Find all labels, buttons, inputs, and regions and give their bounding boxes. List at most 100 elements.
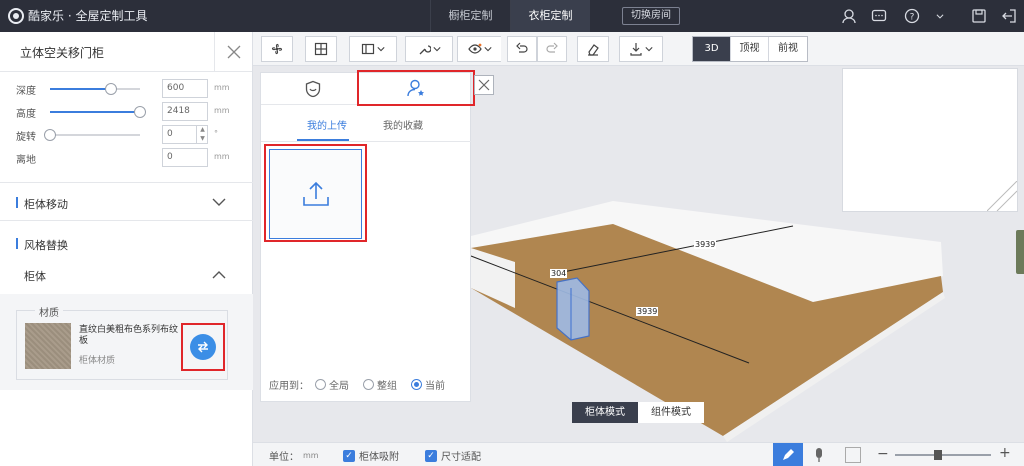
tab-style-library[interactable] — [261, 73, 365, 105]
apply-to-label: 应用到： — [269, 381, 309, 392]
cabinet-mode-button[interactable]: 柜体模式 — [572, 402, 638, 423]
rotation-slider[interactable] — [44, 129, 140, 141]
material-box: 材质 直纹白美粗布色系列布纹板 柜体材质 — [16, 304, 228, 380]
top-bar: 酷家乐 · 全屋定制工具 橱柜定制 衣柜定制 切换房间 ? — [0, 0, 1024, 32]
size-fit-checkbox[interactable]: ✓ 尺寸适配 — [425, 448, 481, 463]
zoom-in-icon[interactable]: + — [999, 445, 1011, 461]
radio-current[interactable]: 当前 — [411, 377, 445, 392]
panel-title: 立体空关移门柜 — [20, 46, 105, 60]
user-star-icon — [407, 79, 424, 97]
zoom-slider-knob[interactable] — [934, 450, 943, 460]
close-library-button[interactable] — [474, 75, 494, 95]
param-rotation: 旋转 0 ▲ ▼ ° — [16, 125, 218, 144]
param-height: 高度 2418 mm — [0, 101, 253, 123]
close-icon — [478, 79, 490, 91]
unit-label: 单位： — [269, 452, 299, 463]
chevron-down-icon — [212, 198, 226, 206]
swap-icon — [190, 334, 216, 360]
view-front-button[interactable]: 前视 — [769, 37, 807, 61]
upload-button[interactable] — [269, 149, 362, 239]
microphone-icon[interactable] — [809, 446, 829, 464]
zoom-slider[interactable] — [895, 450, 991, 460]
properties-panel: 立体空关移门柜 深度 600 mm 高度 2418 mm 旋转 0 ▲ ▼ ° 离… — [0, 32, 253, 466]
height-input[interactable]: 2418 — [162, 102, 208, 121]
component-mode-button[interactable]: 组件模式 — [638, 402, 704, 423]
logo-icon — [8, 7, 24, 24]
view-3d-button[interactable]: 3D — [693, 37, 731, 61]
columns-icon — [361, 43, 375, 55]
snap-checkbox[interactable]: ✓ 柜体吸附 — [343, 448, 399, 463]
tab-cabinet[interactable]: 橱柜定制 — [430, 0, 510, 32]
tab-my-favorites[interactable]: 我的收藏 — [383, 117, 423, 132]
snap-label: 柜体吸附 — [359, 452, 399, 463]
section-custom-move[interactable]: 柜体移动 — [0, 182, 253, 220]
check-icon: ✓ — [425, 449, 437, 462]
undo-icon[interactable] — [507, 36, 537, 62]
resize-handle-icon[interactable] — [987, 181, 1017, 211]
divider — [261, 141, 472, 142]
zoom-out-icon[interactable]: − — [877, 446, 889, 462]
switch-room-button[interactable]: 切换房间 — [622, 7, 680, 25]
param-elevation: 离地 0 mm — [0, 147, 253, 169]
exit-icon[interactable] — [994, 0, 1024, 32]
depth-slider[interactable] — [50, 83, 140, 95]
check-icon: ✓ — [343, 449, 355, 462]
library-tabbar — [261, 70, 475, 106]
chevron-down-icon — [483, 47, 492, 52]
dimension-label: 3939 — [694, 240, 717, 249]
shield-smile-icon — [305, 80, 321, 98]
view-mode-switch: 3D 顶视 前视 — [692, 36, 808, 62]
wrench-icon — [419, 45, 431, 55]
minimap[interactable] — [842, 68, 1018, 212]
save-icon[interactable] — [964, 0, 994, 32]
radio-group[interactable]: 整组 — [363, 377, 397, 392]
section-cabinet[interactable]: 柜体 — [0, 258, 253, 294]
export-button[interactable] — [619, 36, 663, 62]
chevron-up-icon — [212, 271, 226, 279]
svg-text:?: ? — [910, 13, 915, 23]
side-panel-handle[interactable] — [1016, 230, 1024, 274]
grid-layout-icon[interactable] — [305, 36, 337, 62]
panel-header: 立体空关移门柜 — [0, 32, 252, 72]
unit-value: mm — [303, 451, 319, 460]
eraser-icon[interactable] — [577, 36, 609, 62]
dimension-label: 304 — [550, 269, 568, 278]
chevron-down-icon — [645, 47, 653, 52]
tab-wardrobe[interactable]: 衣柜定制 — [510, 0, 590, 32]
visibility-button[interactable] — [457, 36, 501, 62]
app-brand: 酷家乐 · 全屋定制工具 — [8, 7, 147, 24]
section-style-replace: 风格替换 — [0, 220, 253, 252]
column-layout-button[interactable] — [349, 36, 397, 62]
depth-input[interactable]: 600 — [162, 79, 208, 98]
download-icon — [630, 43, 642, 56]
chevron-down-icon[interactable] — [930, 0, 950, 32]
radio-global[interactable]: 全局 — [315, 377, 349, 392]
param-depth: 深度 600 mm — [0, 78, 253, 100]
elevation-input[interactable]: 0 — [162, 148, 208, 167]
replace-material-button[interactable] — [181, 323, 225, 371]
help-icon[interactable]: ? — [894, 0, 930, 32]
tab-my-uploads[interactable]: 我的上传 — [307, 117, 347, 132]
redo-icon[interactable] — [537, 36, 567, 62]
draw-mode-button[interactable] — [773, 443, 803, 466]
tab-my-library[interactable] — [357, 70, 475, 106]
user-service-icon[interactable] — [834, 0, 864, 32]
status-bar: 单位： mm ✓ 柜体吸附 ✓ 尺寸适配 − + — [253, 442, 1024, 466]
chevron-down-icon — [433, 47, 441, 52]
tool-menu-button[interactable] — [405, 36, 453, 62]
message-icon[interactable] — [864, 0, 894, 32]
material-swatch[interactable] — [25, 323, 71, 369]
library-panel: 我的上传 我的收藏 应用到： 全局 整组 当前 — [260, 70, 494, 402]
material-area: 材质 直纹白美粗布色系列布纹板 柜体材质 — [0, 294, 253, 390]
height-slider[interactable] — [50, 106, 146, 118]
view-top-button[interactable]: 顶视 — [731, 37, 769, 61]
fan-icon[interactable] — [261, 36, 293, 62]
apply-to-row: 应用到： 全局 整组 当前 — [269, 377, 453, 392]
dimension-label: 3939 — [636, 307, 659, 316]
rotation-stepper[interactable]: ▲ ▼ — [196, 125, 208, 144]
close-icon[interactable] — [214, 32, 252, 72]
fit-view-icon[interactable] — [845, 447, 861, 463]
upload-highlight — [264, 144, 367, 242]
material-subtitle: 柜体材质 — [79, 356, 116, 366]
upload-icon — [302, 181, 329, 206]
